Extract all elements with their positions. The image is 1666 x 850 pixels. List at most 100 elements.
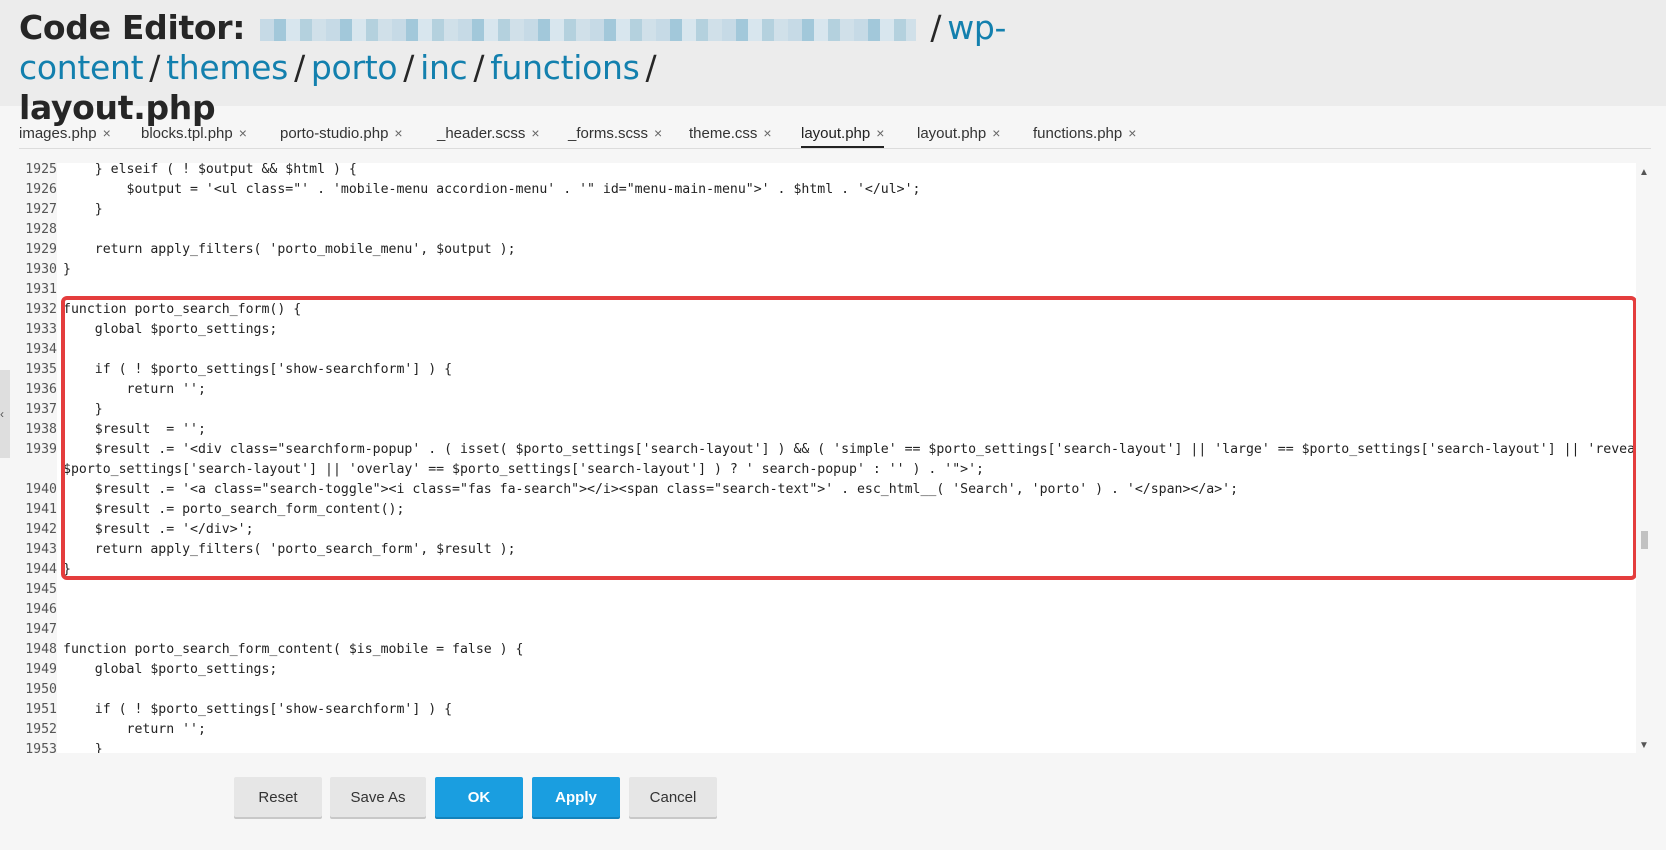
line-number: 1926 [19, 180, 57, 200]
line-number: 1951 [19, 700, 57, 720]
code-text: } elseif ( ! $output && $html ) { [63, 163, 357, 177]
tab-functions-php[interactable]: functions.php × [1033, 122, 1136, 147]
tab-label: layout.php [917, 125, 987, 142]
scroll-up-icon[interactable]: ▲ [1639, 167, 1649, 178]
code-line[interactable]: 1929 return apply_filters( 'porto_mobile… [19, 240, 1636, 260]
file-tabs: images.php × blocks.tpl.php × porto-studio.p… [19, 122, 1651, 149]
tab-blocks-tpl-php[interactable]: blocks.tpl.php × [141, 122, 247, 147]
code-line[interactable]: 1953 } [19, 740, 1636, 753]
line-number: 1943 [19, 540, 57, 560]
scroll-down-icon[interactable]: ▼ [1639, 740, 1649, 751]
tab-label: images.php [19, 125, 97, 142]
ok-button[interactable]: OK [435, 777, 523, 817]
code-line[interactable]: 1952 return ''; [19, 720, 1636, 740]
path-separator: / [403, 48, 415, 87]
path-separator: / [473, 48, 485, 87]
side-collapse-handle[interactable]: ‹ [0, 370, 10, 458]
close-icon[interactable]: × [876, 125, 884, 141]
line-number: 1946 [19, 600, 57, 620]
code-line[interactable]: 1926 $output = '<ul class="' . 'mobile-m… [19, 180, 1636, 200]
tab-theme-css[interactable]: theme.css × [689, 122, 772, 147]
code-text: } [63, 742, 103, 753]
close-icon[interactable]: × [531, 125, 539, 141]
path-separator: / [294, 48, 305, 87]
code-line[interactable]: 1928 [19, 220, 1636, 240]
breadcrumb-themes[interactable]: themes [166, 48, 288, 87]
close-icon[interactable]: × [1128, 125, 1136, 141]
tab-layout-php[interactable]: layout.php × [801, 122, 885, 148]
tab--forms-scss[interactable]: _forms.scss × [568, 122, 662, 147]
line-number: 1953 [19, 740, 57, 753]
code-text: if ( ! $porto_settings['show-searchform'… [63, 702, 453, 717]
close-icon[interactable]: × [992, 125, 1000, 141]
line-number: 1933 [19, 320, 57, 340]
line-number: 1941 [19, 500, 57, 520]
line-number: 1942 [19, 520, 57, 540]
editor-scrollbar[interactable]: ▲ ▼ [1636, 163, 1652, 753]
code-line[interactable]: 1925 } elseif ( ! $output && $html ) { [19, 163, 1636, 180]
breadcrumb-porto[interactable]: porto [311, 48, 398, 87]
close-icon[interactable]: × [763, 125, 771, 141]
line-number: 1948 [19, 640, 57, 660]
code-text: function porto_search_form_content( $is_… [63, 642, 524, 657]
code-line[interactable]: 1930} [19, 260, 1636, 280]
code-line[interactable]: 1951 if ( ! $porto_settings['show-search… [19, 700, 1636, 720]
line-number: 1944 [19, 560, 57, 580]
line-number: 1928 [19, 220, 57, 240]
line-number: 1952 [19, 720, 57, 740]
highlight-box [61, 296, 1637, 580]
path-separator: / [149, 48, 161, 87]
code-text: global $porto_settings; [63, 662, 278, 677]
line-number: 1937 [19, 400, 57, 420]
breadcrumb-inc[interactable]: inc [420, 48, 468, 87]
line-number: 1935 [19, 360, 57, 380]
close-icon[interactable]: × [239, 125, 247, 141]
line-number: 1939 [19, 440, 57, 460]
cancel-button[interactable]: Cancel [629, 777, 717, 817]
breadcrumb-functions[interactable]: functions [490, 48, 640, 87]
line-number: 1940 [19, 480, 57, 500]
code-line[interactable]: 1950 [19, 680, 1636, 700]
tab-label: _forms.scss [568, 125, 649, 142]
page-title: Code Editor: / wp-content / themes / porto / in… [19, 8, 1639, 128]
blurred-domain [260, 18, 917, 41]
save-as-button[interactable]: Save As [330, 777, 426, 817]
close-icon[interactable]: × [103, 125, 111, 141]
tab-label: _header.scss [437, 125, 526, 142]
code-line[interactable]: 1947 [19, 620, 1636, 640]
code-text: } [63, 202, 103, 217]
tab-label: layout.php [801, 125, 871, 142]
tab-porto-studio-php[interactable]: porto-studio.php × [280, 122, 403, 147]
title-prefix: Code Editor: [19, 8, 246, 47]
line-number: 1936 [19, 380, 57, 400]
close-icon[interactable]: × [394, 125, 402, 141]
code-line[interactable]: 1945 [19, 580, 1636, 600]
path-separator: / [645, 48, 657, 87]
line-number: 1934 [19, 340, 57, 360]
tab-label: blocks.tpl.php [141, 125, 233, 142]
code-line[interactable]: 1946 [19, 600, 1636, 620]
chevron-left-icon: ‹ [0, 407, 4, 421]
line-number: 1925 [19, 163, 57, 180]
page-header: Code Editor: / wp-content / themes / porto / in… [0, 0, 1666, 127]
reset-button[interactable]: Reset [234, 777, 322, 817]
line-number: 1931 [19, 280, 57, 300]
line-number: 1945 [19, 580, 57, 600]
scroll-thumb[interactable] [1641, 531, 1648, 549]
line-number: 1930 [19, 260, 57, 280]
line-number: 1929 [19, 240, 57, 260]
close-icon[interactable]: × [654, 125, 662, 141]
tab--header-scss[interactable]: _header.scss × [437, 122, 540, 147]
line-number: 1949 [19, 660, 57, 680]
code-text: return apply_filters( 'porto_mobile_menu… [63, 242, 516, 257]
tab-label: theme.css [689, 125, 758, 142]
apply-button[interactable]: Apply [532, 777, 620, 817]
code-line[interactable]: 1927 } [19, 200, 1636, 220]
line-number: 1932 [19, 300, 57, 320]
tab-layout-php[interactable]: layout.php × [917, 122, 1000, 147]
code-line[interactable]: 1948 function porto_search_form_content( … [19, 640, 1636, 660]
code-line[interactable]: 1949 global $porto_settings; [19, 660, 1636, 680]
line-number: 1947 [19, 620, 57, 640]
tab-images-php[interactable]: images.php × [19, 122, 111, 147]
code-text: return ''; [63, 722, 206, 737]
